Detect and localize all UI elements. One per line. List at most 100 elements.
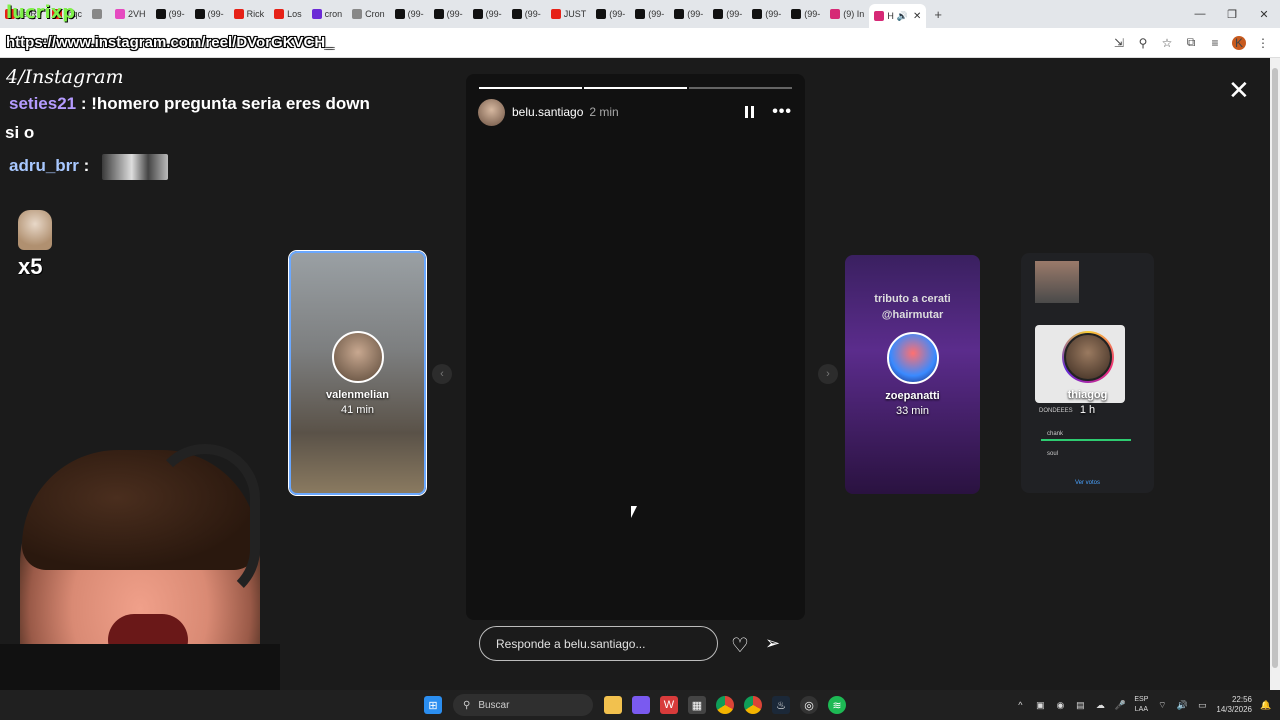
extensions-icon[interactable]: ⧉	[1184, 35, 1198, 50]
reply-input[interactable]: Responde a belu.santiago...	[479, 626, 718, 661]
headset-icon	[150, 444, 260, 604]
tab-label: (99-	[207, 9, 224, 19]
tray-app-icon[interactable]: ▤	[1074, 700, 1086, 711]
microphone-icon[interactable]: 🎤	[1114, 700, 1126, 711]
browser-tab[interactable]: (99-	[190, 3, 229, 25]
browser-tab[interactable]: Rick	[229, 3, 270, 25]
wifi-icon[interactable]: ⌔	[1156, 700, 1168, 711]
story-avatar[interactable]	[478, 98, 505, 126]
language-layout: LAA	[1134, 706, 1149, 713]
browser-tab[interactable]: (99-	[786, 3, 825, 25]
browser-tab[interactable]	[87, 3, 110, 25]
preview-avatar	[886, 332, 939, 384]
taskbar-search[interactable]: ⚲ Buscar	[453, 694, 593, 716]
window-close-icon[interactable]: ✕	[1248, 8, 1280, 21]
bookmark-star-icon[interactable]: ☆	[1160, 36, 1174, 50]
system-tray: ^ ▣ ◉ ▤ ☁ 🎤 ESP LAA ⌔ 🔊 ▭ 22:56 14/3/202…	[1014, 695, 1280, 715]
story-preview-overlay: thiagog 1 h	[1021, 253, 1154, 493]
minimize-icon[interactable]: —	[1184, 8, 1216, 21]
browser-tab[interactable]: Cron	[347, 3, 390, 25]
page-scrollbar[interactable]	[1270, 58, 1280, 690]
install-app-icon[interactable]: ⇲	[1112, 36, 1126, 50]
tab-label: (99-	[804, 9, 821, 19]
notifications-icon[interactable]: 🔔	[1260, 700, 1272, 711]
browser-tab[interactable]: (99-	[630, 3, 669, 25]
volume-icon[interactable]: 🔊	[1176, 700, 1188, 711]
tray-app-icon[interactable]: ◉	[1054, 700, 1066, 711]
chrome-active-icon[interactable]	[744, 696, 762, 714]
browser-tab[interactable]: cron	[307, 3, 348, 25]
active-story-panel[interactable]	[466, 74, 805, 620]
browser-tab[interactable]: (99-	[468, 3, 507, 25]
story-header: belu.santiago 2 min •••	[478, 98, 792, 126]
browser-tab[interactable]: 2VH	[110, 3, 151, 25]
new-tab-icon[interactable]: +	[926, 7, 950, 22]
active-browser-tab[interactable]: H 🔊 ✕	[869, 4, 927, 28]
share-send-icon[interactable]: ➢	[765, 633, 780, 654]
tab-favicon-icon	[674, 9, 685, 19]
tab-label: (99-	[524, 9, 541, 19]
tab-label: cron	[324, 9, 343, 19]
previous-story-chevron-icon[interactable]: ‹	[432, 364, 452, 384]
tray-chevron-icon[interactable]: ^	[1014, 700, 1026, 710]
story-preview-card[interactable]: tributo a cerati @hairmutar zoepanatti 3…	[845, 255, 980, 494]
taskbar-clock[interactable]: 22:56 14/3/2026	[1216, 695, 1252, 715]
restore-icon[interactable]: ❐	[1216, 8, 1248, 21]
store-icon[interactable]: ▦	[688, 696, 706, 714]
tray-app-icon[interactable]: ☁	[1094, 700, 1106, 711]
browser-tab[interactable]: JUST	[546, 3, 592, 25]
browser-tab[interactable]: Los	[269, 3, 307, 25]
browser-tab[interactable]: (99-	[151, 3, 190, 25]
scrollbar-thumb[interactable]	[1272, 68, 1278, 668]
tab-favicon-icon	[352, 9, 363, 19]
tab-favicon-icon	[311, 9, 322, 19]
close-icon[interactable]: ✕	[1228, 76, 1250, 106]
preview-time: 1 h	[1079, 403, 1096, 416]
tab-label: (99-	[446, 9, 463, 19]
steam-icon[interactable]: ♨	[772, 696, 790, 714]
progress-segment	[584, 87, 687, 89]
story-preview-card[interactable]: DONDEEES chank soul Ver votos thiagog 1 …	[1021, 253, 1154, 493]
browser-tab[interactable]: (99-	[390, 3, 429, 25]
profile-avatar[interactable]: K	[1232, 35, 1246, 50]
browser-menu-icon[interactable]: ⋮	[1256, 36, 1270, 50]
tab-favicon-icon	[713, 9, 724, 19]
next-story-chevron-icon[interactable]: ›	[818, 364, 838, 384]
language-code: ESP	[1134, 696, 1149, 703]
browser-tab[interactable]: (9) In	[825, 3, 869, 25]
chrome-icon[interactable]	[716, 696, 734, 714]
browser-tab[interactable]: (99-	[708, 3, 747, 25]
spotify-icon[interactable]: ≋	[828, 696, 846, 714]
browser-tab[interactable]: (99-	[507, 3, 546, 25]
streamer-name-tag: lucrixp	[6, 2, 76, 23]
file-explorer-icon[interactable]	[604, 696, 622, 714]
zoom-icon[interactable]: ⚲	[1136, 36, 1150, 50]
tab-close-icon[interactable]: ✕	[913, 11, 921, 22]
language-indicator[interactable]: ESP LAA	[1134, 695, 1148, 715]
more-options-icon[interactable]: •••	[772, 103, 792, 121]
office-icon[interactable]: W	[660, 696, 678, 714]
tab-favicon-icon	[635, 9, 646, 19]
browser-tab[interactable]: (99-	[429, 3, 468, 25]
story-preview-card[interactable]: valenmelian 41 min	[289, 251, 426, 495]
progress-segment	[479, 87, 582, 89]
windows-start-icon[interactable]: ⊞	[424, 696, 442, 714]
battery-icon[interactable]: ▭	[1196, 700, 1208, 711]
copilot-icon[interactable]	[632, 696, 650, 714]
story-username[interactable]: belu.santiago	[512, 105, 583, 119]
instagram-logo: 4/Instagram	[6, 66, 124, 88]
browser-tab[interactable]: (99-	[669, 3, 708, 25]
tab-audio-icon[interactable]: 🔊	[897, 11, 908, 22]
reading-list-icon[interactable]: ≡	[1208, 36, 1222, 50]
tab-label: JUST	[563, 9, 587, 19]
tab-label: (99-	[648, 9, 665, 19]
heart-icon[interactable]: ♡	[731, 633, 749, 658]
tab-favicon-icon	[511, 9, 522, 19]
obs-icon[interactable]: ◎	[800, 696, 818, 714]
url-field[interactable]: https://www.instagram.com/reel/DVorGKVCH…	[0, 34, 1112, 51]
browser-tab[interactable]: (99-	[747, 3, 786, 25]
pause-icon[interactable]	[745, 106, 755, 118]
tray-app-icon[interactable]: ▣	[1034, 700, 1046, 711]
screen: La Re mqc 2VH (99- (99- Rick Los cron Cron (99- (9…	[0, 0, 1280, 720]
browser-tab[interactable]: (99-	[591, 3, 630, 25]
